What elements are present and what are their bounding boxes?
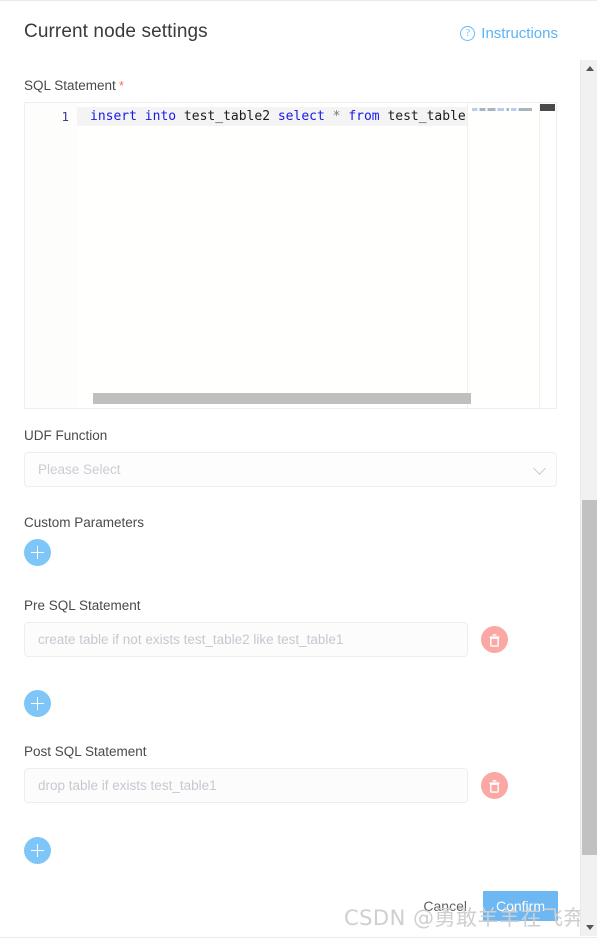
pre-sql-statement-field: Pre SQL Statement [24, 598, 508, 657]
editor-gutter: 1 [25, 103, 77, 408]
instructions-label: Instructions [481, 25, 558, 42]
page-scrollbar[interactable] [580, 60, 597, 936]
dialog-header: Current node settings ? Instructions [0, 1, 573, 60]
node-settings-dialog: Current node settings ? Instructions SQL… [0, 0, 597, 938]
line-number: 1 [61, 109, 69, 124]
code-token-from: from [348, 109, 380, 124]
delete-post-sql-button[interactable] [481, 772, 508, 799]
code-token-table1: test_table1 [379, 109, 474, 124]
instructions-link[interactable]: ? Instructions [460, 25, 558, 42]
post-sql-statement-row [24, 768, 508, 803]
plus-icon [31, 546, 44, 559]
sql-statement-label: SQL Statement * [24, 78, 557, 93]
confirm-button[interactable]: Confirm [482, 891, 558, 921]
chevron-down-icon [533, 461, 546, 475]
udf-function-label: UDF Function [24, 428, 108, 443]
minimap-code-line [472, 108, 534, 111]
editor-vertical-scrollbar[interactable] [539, 103, 556, 408]
add-custom-parameter-button[interactable] [24, 539, 51, 566]
post-sql-statement-field: Post SQL Statement [24, 744, 508, 803]
custom-parameters-label: Custom Parameters [24, 515, 145, 530]
pre-sql-statement-row [24, 622, 508, 657]
dialog-footer: Cancel Confirm [0, 878, 597, 938]
editor-horizontal-scroll-thumb[interactable] [93, 393, 471, 404]
scrollbar-thumb[interactable] [582, 500, 597, 855]
editor-vertical-scroll-thumb[interactable] [540, 104, 555, 111]
post-sql-statement-label: Post SQL Statement [24, 744, 147, 759]
add-pre-sql-row [24, 690, 51, 717]
post-sql-statement-input[interactable] [24, 768, 468, 803]
add-pre-sql-button[interactable] [24, 690, 51, 717]
custom-parameters-field: Custom Parameters [24, 515, 144, 566]
code-token-insert: insert [90, 109, 137, 124]
code-token-select: select [277, 109, 325, 124]
page-title: Current node settings [24, 21, 208, 42]
scroll-down-arrow[interactable] [581, 919, 597, 936]
scroll-up-arrow[interactable] [581, 60, 597, 77]
code-token-table2: test_table2 [176, 109, 278, 124]
code-token-space-2 [325, 109, 333, 124]
required-asterisk: * [118, 78, 124, 93]
sql-statement-label-text: SQL Statement [24, 78, 116, 93]
triangle-up-icon [585, 66, 594, 71]
editor-minimap[interactable] [467, 103, 539, 408]
pre-sql-statement-label: Pre SQL Statement [24, 598, 141, 613]
udf-function-placeholder: Please Select [38, 462, 121, 477]
add-post-sql-button[interactable] [24, 837, 51, 864]
question-circle-icon: ? [460, 26, 476, 41]
plus-icon [31, 844, 44, 857]
add-post-sql-row [24, 837, 51, 864]
udf-function-field: UDF Function Please Select [24, 428, 557, 487]
plus-icon [31, 697, 44, 710]
triangle-down-icon [585, 925, 594, 930]
trash-icon [489, 633, 500, 647]
cancel-button[interactable]: Cancel [421, 894, 469, 918]
code-line-1: insert into test_table2 select * from te… [90, 109, 474, 125]
settings-form: SQL Statement * 1 insert into test_table2… [0, 60, 573, 878]
sql-code-editor[interactable]: 1 insert into test_table2 select * from … [24, 102, 557, 409]
pre-sql-statement-input[interactable] [24, 622, 468, 657]
code-token-into: into [144, 109, 177, 124]
trash-icon [489, 779, 500, 793]
code-token-space-1 [137, 109, 145, 124]
footer-actions: Cancel Confirm [421, 891, 558, 921]
sql-statement-field: SQL Statement * 1 insert into test_table2… [24, 78, 557, 409]
delete-pre-sql-button[interactable] [481, 626, 508, 653]
udf-function-select[interactable]: Please Select [24, 452, 557, 487]
